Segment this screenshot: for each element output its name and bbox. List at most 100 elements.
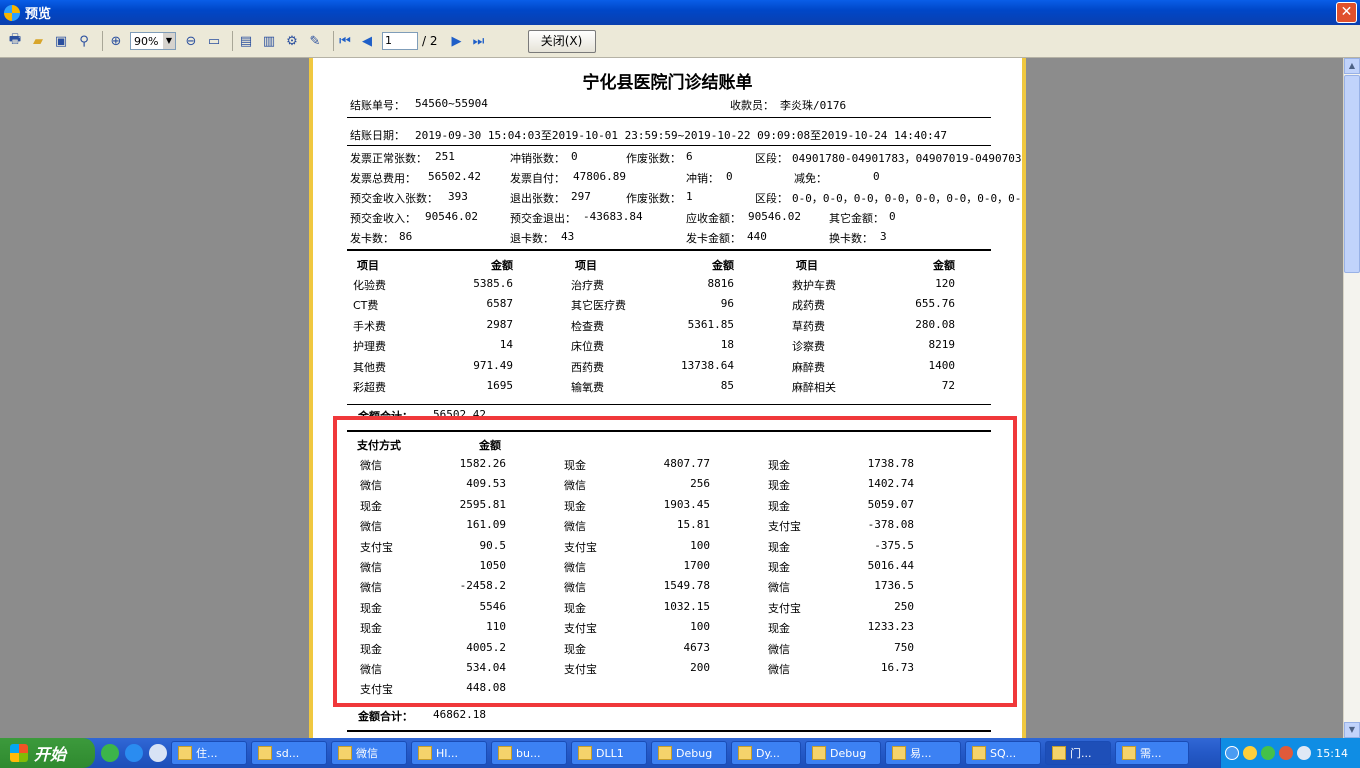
close-preview-button[interactable]: 关闭(X) bbox=[527, 29, 596, 53]
items-header: 金额 bbox=[491, 259, 513, 272]
last-page-icon[interactable]: ⏭ bbox=[472, 34, 486, 49]
taskbar-button[interactable]: bu... bbox=[491, 741, 567, 765]
window-titlebar: 预览 ✕ bbox=[0, 0, 1360, 25]
scroll-down-icon[interactable]: ▼ bbox=[1344, 722, 1360, 738]
highlight-box bbox=[333, 416, 1017, 707]
open-folder-icon[interactable]: ▰ bbox=[29, 32, 47, 50]
item-name: 成药费 bbox=[792, 299, 825, 313]
start-button[interactable]: 开始 bbox=[0, 738, 95, 768]
quicklaunch-icon[interactable] bbox=[101, 744, 119, 762]
cashier: 李炎珠/0176 bbox=[780, 99, 847, 112]
stat-value: 47806.89 bbox=[573, 170, 626, 183]
zoom-in-icon[interactable]: ⊕ bbox=[107, 32, 125, 50]
network-icon[interactable] bbox=[1297, 746, 1311, 760]
quicklaunch-icon-2[interactable] bbox=[149, 744, 167, 762]
tray-icon[interactable] bbox=[1279, 746, 1293, 760]
stat-value: 0 bbox=[571, 150, 578, 163]
next-page-icon[interactable]: ▶ bbox=[450, 34, 464, 49]
edit-icon[interactable]: ✎ bbox=[306, 32, 324, 50]
taskbar-button-label: sd... bbox=[276, 746, 300, 760]
item-amount: 18 bbox=[720, 338, 734, 352]
stat-value: 90546.02 bbox=[425, 210, 478, 223]
taskbar-button[interactable]: 住... bbox=[171, 741, 247, 765]
vertical-scrollbar[interactable]: ▲ ▼ bbox=[1343, 58, 1360, 738]
zoom-out-icon[interactable]: ⊖ bbox=[182, 32, 200, 50]
taskbar-button-label: Debug bbox=[676, 746, 713, 760]
app-icon bbox=[1052, 746, 1066, 760]
ie-icon[interactable] bbox=[125, 744, 143, 762]
bill-no-label: 结账单号： bbox=[350, 99, 405, 112]
tray-expand-icon[interactable] bbox=[1225, 746, 1239, 760]
taskbar-button[interactable]: sd... bbox=[251, 741, 327, 765]
page-setup-icon[interactable]: ⚙ bbox=[283, 32, 301, 50]
taskbar-button[interactable]: SQ... bbox=[965, 741, 1041, 765]
qq-icon[interactable] bbox=[1243, 746, 1257, 760]
item-amount: 14 bbox=[499, 338, 513, 352]
scroll-up-icon[interactable]: ▲ bbox=[1344, 58, 1360, 74]
item-amount: 96 bbox=[720, 297, 734, 311]
fit-page-icon[interactable]: ▭ bbox=[205, 32, 223, 50]
app-icon bbox=[258, 746, 272, 760]
app-icon bbox=[892, 746, 906, 760]
app-icon bbox=[498, 746, 512, 760]
prev-page-icon[interactable]: ◀ bbox=[360, 34, 374, 49]
find-icon[interactable]: ⚲ bbox=[75, 32, 93, 50]
stat-value: 393 bbox=[448, 190, 468, 203]
taskbar-button[interactable]: Dy... bbox=[731, 741, 801, 765]
item-amount: 8219 bbox=[928, 338, 956, 352]
stat-label: 退出张数： bbox=[510, 192, 565, 205]
taskbar-button-label: Debug bbox=[830, 746, 867, 760]
report-title: 宁化县医院门诊结账单 bbox=[582, 73, 753, 93]
zoom-select[interactable]: 90% ▼ bbox=[130, 32, 176, 50]
item-amount: 120 bbox=[935, 277, 955, 290]
item-name: 麻醉费 bbox=[792, 360, 825, 374]
multi-page-icon[interactable]: ▥ bbox=[260, 32, 278, 50]
first-page-icon[interactable]: ⏮ bbox=[338, 34, 352, 49]
app-icon bbox=[1122, 746, 1136, 760]
stat-label: 区段： bbox=[755, 192, 788, 205]
scroll-thumb[interactable] bbox=[1344, 75, 1360, 273]
taskbar-button[interactable]: Debug bbox=[651, 741, 727, 765]
item-name: 治疗费 bbox=[571, 279, 604, 292]
taskbar-button[interactable]: Debug bbox=[805, 741, 881, 765]
single-page-icon[interactable]: ▤ bbox=[237, 32, 255, 50]
stat-label: 换卡数： bbox=[829, 232, 873, 245]
item-name: 其他费 bbox=[353, 360, 386, 374]
taskbar-button[interactable]: 易... bbox=[885, 741, 961, 765]
stat-value: 56502.42 bbox=[428, 170, 481, 183]
chevron-down-icon: ▼ bbox=[163, 33, 175, 49]
stat-label: 发票总费用： bbox=[350, 172, 416, 185]
windows-logo-icon bbox=[10, 744, 28, 762]
stat-value: 0 bbox=[726, 170, 733, 183]
save-icon[interactable]: ▣ bbox=[52, 32, 70, 50]
stat-value: 90546.02 bbox=[748, 210, 801, 223]
pay-total-label: 金额合计： bbox=[358, 710, 413, 723]
item-amount: 5385.6 bbox=[473, 277, 513, 290]
taskbar-button[interactable]: HI... bbox=[411, 741, 487, 765]
stat-value: 440 bbox=[747, 230, 767, 243]
stat-value: 1 bbox=[686, 190, 693, 203]
item-amount: 971.49 bbox=[473, 358, 513, 372]
taskbar-button[interactable]: 需... bbox=[1115, 741, 1189, 765]
app-icon bbox=[738, 746, 752, 760]
item-amount: 13738.64 bbox=[681, 358, 734, 372]
stat-label: 预交金收入张数： bbox=[350, 192, 438, 205]
items-header: 金额 bbox=[712, 259, 734, 272]
taskbar-button[interactable]: DLL1 bbox=[571, 741, 647, 765]
print-icon[interactable]: 🖶 bbox=[6, 32, 24, 50]
stat-label: 发票自付： bbox=[510, 172, 565, 185]
wechat-tray-icon[interactable] bbox=[1261, 746, 1275, 760]
stat-label: 退卡数： bbox=[510, 232, 554, 245]
stat-value: 0 bbox=[873, 170, 880, 183]
taskbar-button-label: bu... bbox=[516, 746, 541, 760]
item-name: 彩超费 bbox=[353, 381, 386, 394]
app-icon bbox=[658, 746, 672, 760]
window-close-button[interactable]: ✕ bbox=[1336, 2, 1357, 23]
taskbar-button[interactable]: 门... bbox=[1045, 741, 1111, 765]
app-icon bbox=[418, 746, 432, 760]
page-number-input[interactable]: 1 bbox=[382, 32, 418, 50]
app-icon bbox=[972, 746, 986, 760]
items-header: 项目 bbox=[357, 259, 379, 272]
taskbar-button[interactable]: 微信 bbox=[331, 741, 407, 765]
stat-value: 297 bbox=[571, 190, 591, 203]
